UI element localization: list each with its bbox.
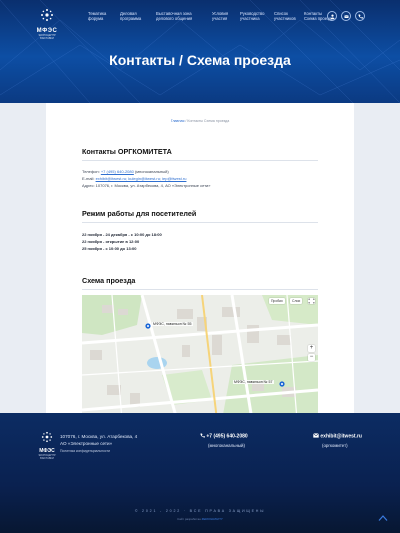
fullscreen-icon (308, 298, 315, 304)
logo-icon (41, 9, 53, 21)
footer-company: АО «Электронные сети» (60, 441, 113, 446)
page-title: Контакты / Схема проезда (109, 52, 291, 68)
schedule-row: 22 ноября - 24 декабря - с 10:00 до 18:0… (82, 232, 162, 237)
nav-item-conditions[interactable]: Условия участия (212, 11, 228, 21)
map-pin-label: МФЭС, павильон № 57 (233, 380, 274, 384)
footer-copyright: © 2021 - 2022 · ВСЕ ПРАВА ЗАЩИЩЕНЫ (134, 509, 266, 513)
user-icon (330, 14, 334, 19)
footer-phone-link[interactable]: +7 (495) 640-2080 (206, 434, 247, 440)
footer-email-block: exhibit@itwest.ru (оргкомитет) (313, 433, 362, 448)
footer-email-note: (оргкомитет) (322, 442, 348, 448)
schedule-date: 25 ноября (82, 246, 102, 251)
developer-link[interactable]: ZEROGRAVITY (202, 517, 223, 521)
nav-item-guide[interactable]: Руководство участника (240, 11, 264, 21)
mail-icon (313, 433, 319, 438)
logo-subtitle: ЭКСПОЦЕНТР ВЫСТАВКИ (38, 34, 56, 40)
contacts-address: Адрес: 107076, г. Москва, ул. Атарбекова… (82, 183, 211, 188)
footer-email-link[interactable]: exhibit@itwest.ru (320, 434, 362, 440)
contacts-phone-line: Телефон: +7 (495) 640-2080 (многоканальн… (82, 169, 169, 174)
nav-item-topics[interactable]: Тематика форума (88, 11, 108, 21)
logo-subtitle: ЭКСПОЦЕНТР ВЫСТАВКИ (38, 454, 56, 460)
mail-button[interactable] (341, 11, 351, 21)
footer-address: 107076, г. Москва, ул. Атарбекова, 4 (60, 434, 138, 439)
nav-item-program[interactable]: Деловая программа (120, 11, 144, 21)
site-logo[interactable]: МФЭС ЭКСПОЦЕНТР ВЫСТАВКИ (34, 8, 60, 40)
zoom-out-button[interactable]: − (308, 354, 315, 361)
layers-button[interactable]: Слои (290, 298, 303, 304)
phone-button[interactable] (355, 11, 365, 21)
traffic-button[interactable]: Пробки (269, 298, 285, 304)
page-header: МФЭС ЭКСПОЦЕНТР ВЫСТАВКИ Тематика форума… (0, 0, 400, 103)
phone-icon (200, 433, 205, 438)
schedule-row: 25 ноября - с 10:00 до 13:00 (82, 246, 136, 251)
footer-phone-note: (многоканальный) (208, 442, 245, 448)
phone-label: Телефон: (82, 169, 101, 174)
scroll-up-icon[interactable] (378, 514, 388, 522)
map-title: Схема проезда (82, 276, 136, 285)
phone-icon (357, 14, 363, 19)
phone-note: (многоканальный) (133, 169, 169, 174)
contacts-email-line: E-mail: exhibit@itwest.ru; kulegin@itwes… (82, 176, 186, 181)
footer-logo[interactable]: МФЭС ЭКСПОЦЕНТР ВЫСТАВКИ (36, 430, 58, 460)
contacts-title: Контакты ОРГКОМИТЕТА (82, 147, 172, 156)
content-card: Главная / Контакты Схема проезда Контакт… (46, 103, 354, 420)
footer-address-block: 107076, г. Москва, ул. Атарбекова, 4 АО … (60, 433, 137, 455)
yandex-map[interactable]: МФЭС, павильон № 55 МФЭС, павильон № 57 … (82, 295, 318, 420)
schedule-row: 22 ноября - открытие в 12:00 (82, 239, 139, 244)
footer-phone-block: +7 (495) 640-2080 (многоканальный) (200, 433, 248, 448)
schedule-text: - с 10:00 до 18:00 (127, 232, 162, 237)
schedule-date: 22 ноября - 24 декабря (82, 232, 128, 237)
divider (82, 160, 318, 161)
map-pin-label: МФЭС, павильон № 55 (152, 322, 193, 326)
page-footer: МФЭС ЭКСПОЦЕНТР ВЫСТАВКИ 107076, г. Моск… (0, 413, 400, 533)
privacy-policy-link[interactable]: Политика конфиденциальности (60, 449, 110, 453)
nav-item-exhibition[interactable]: Выставочная зона делового общения (156, 11, 200, 21)
map-pin[interactable] (145, 323, 151, 329)
fullscreen-button[interactable] (308, 298, 315, 304)
zoom-in-button[interactable]: + (308, 345, 315, 352)
email-label: E-mail: (82, 176, 96, 181)
schedule-text: - открытие в 12:00 (101, 239, 140, 244)
developer-label: Сайт разработан (177, 517, 202, 521)
contacts-phone-link[interactable]: +7 (495) 640-2080 (101, 169, 134, 174)
logo-icon (41, 431, 53, 443)
schedule-text: - с 10:00 до 13:00 (101, 246, 137, 251)
breadcrumb-home[interactable]: Главная (171, 119, 185, 123)
map-canvas[interactable] (82, 295, 318, 420)
contacts-email-links[interactable]: exhibit@itwest.ru; kulegin@itwest.ru; ie… (96, 176, 187, 181)
divider (82, 222, 318, 223)
schedule-title: Режим работы для посетителей (82, 209, 197, 218)
breadcrumb: Главная / Контакты Схема проезда (46, 119, 354, 123)
developer-credit: Сайт разработан ZEROGRAVITY (0, 517, 400, 521)
breadcrumb-current: Контакты Схема проезда (187, 119, 230, 123)
user-button[interactable] (327, 11, 337, 21)
nav-item-participants[interactable]: Список участников (274, 11, 296, 21)
mail-icon (343, 14, 349, 18)
main-nav: Тематика форума Деловая программа Выстав… (88, 11, 346, 21)
map-pin[interactable] (279, 381, 285, 387)
divider (82, 289, 318, 290)
schedule-date: 22 ноября (82, 239, 102, 244)
header-actions (327, 11, 365, 21)
